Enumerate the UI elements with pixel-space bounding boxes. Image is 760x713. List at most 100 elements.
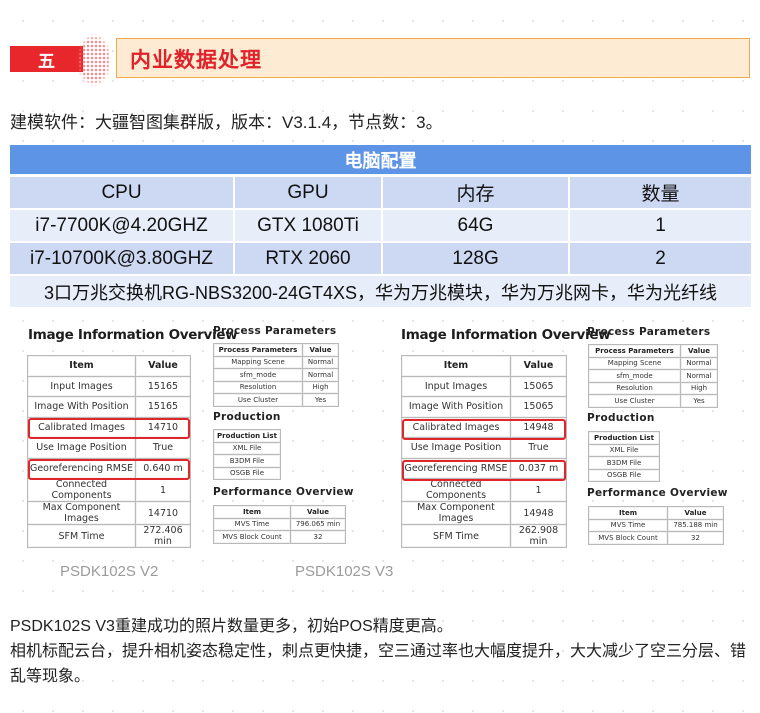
header-quantity: 数量 [570, 177, 751, 208]
item-cell: MVS Block Count [588, 531, 668, 545]
item-cell: Connected Components [401, 478, 511, 502]
header-memory: 内存 [383, 177, 570, 208]
param-cell: sfm_mode [213, 368, 303, 382]
production-table-v2: Production List XML File B3DM File OSGB … [213, 429, 281, 480]
process-params-title-v3: Process Parameters [587, 326, 711, 338]
value-cell: 15065 [510, 375, 567, 397]
table-row: Max Component Images 14948 [401, 501, 567, 525]
item-cell: SFM Time [27, 524, 136, 548]
value-cell: 1 [135, 478, 191, 502]
table-row: i7-7700K@4.20GHZ GTX 1080Ti 64G 1 [10, 208, 751, 241]
cell-memory: 64G [383, 208, 570, 241]
cell-cpu: i7-10700K@3.80GHZ [10, 241, 235, 274]
item-cell: Connected Components [27, 478, 136, 502]
pc-table-network-note: 3口万兆交换机RG-NBS3200-24GT4XS，华为万兆模块，华为万兆网卡，… [10, 274, 751, 307]
col-header-param: Process Parameters [588, 344, 681, 358]
value-cell: High [302, 380, 339, 394]
pc-table-title: 电脑配置 [10, 145, 751, 174]
table-row: Mapping Scene Normal [588, 356, 718, 370]
table-row: XML File [588, 443, 660, 457]
param-cell: Use Cluster [213, 393, 303, 407]
process-params-table-v3: Process Parameters Value Mapping Scene Nor… [588, 344, 718, 408]
table-row: Resolution High [588, 381, 718, 395]
value-cell: 272.406 min [135, 524, 191, 548]
caption-v3: PSDK102S V3 [295, 563, 394, 580]
process-params-title-v2: Process Parameters [213, 325, 337, 337]
table-row: MVS Time 796.065 min [213, 517, 346, 531]
production-cell: B3DM File [588, 456, 660, 470]
param-cell: Resolution [213, 380, 303, 394]
param-cell: Mapping Scene [213, 355, 303, 369]
value-cell: True [135, 437, 191, 459]
item-cell: Use Image Position [27, 437, 136, 459]
value-cell: 785.188 min [667, 518, 724, 532]
col-header-value: Value [290, 505, 346, 519]
param-cell: sfm_mode [588, 369, 681, 383]
highlight-georeferencing-rmse-v2 [28, 459, 190, 480]
table-row: Use Cluster Yes [213, 393, 339, 407]
value-cell: High [680, 381, 718, 395]
value-cell: 262.908 min [510, 524, 567, 548]
col-header-value: Value [667, 506, 724, 520]
table-row: Image With Position 15065 [401, 396, 567, 418]
col-header-production: Production List [213, 429, 281, 443]
value-cell: Normal [302, 368, 339, 382]
item-cell: SFM Time [401, 524, 511, 548]
header-cpu: CPU [10, 177, 235, 208]
table-row: SFM Time 262.908 min [401, 524, 567, 548]
item-cell: Image With Position [27, 396, 136, 418]
production-table-v3: Production List XML File B3DM File OSGB … [588, 431, 660, 482]
performance-table-v2: Item Value MVS Time 796.065 min MVS Block … [213, 505, 346, 544]
col-header-item: Item [588, 506, 668, 520]
process-params-table-v2: Process Parameters Value Mapping Scene Nor… [213, 343, 339, 407]
value-cell: Normal [680, 356, 718, 370]
production-title-v2: Production [213, 411, 281, 423]
value-cell: 14948 [510, 501, 567, 525]
table-row: OSGB File [213, 466, 281, 480]
table-row: B3DM File [213, 454, 281, 468]
paragraph-summary: PSDK102S V3重建成功的照片数量更多，初始POS精度更高。 [10, 618, 453, 635]
table-row: Mapping Scene Normal [213, 355, 339, 369]
table-row: sfm_mode Normal [213, 368, 339, 382]
param-cell: Use Cluster [588, 394, 681, 408]
col-header-value: Value [302, 343, 339, 357]
table-row: sfm_mode Normal [588, 369, 718, 383]
production-cell: XML File [588, 443, 660, 457]
table-row: MVS Block Count 32 [213, 530, 346, 544]
performance-title-v2: Performance Overview [213, 486, 354, 498]
cell-cpu: i7-7700K@4.20GHZ [10, 208, 235, 241]
value-cell: Normal [302, 355, 339, 369]
table-row: XML File [213, 441, 281, 455]
table-row: Use Cluster Yes [588, 394, 718, 408]
param-cell: Resolution [588, 381, 681, 395]
intro-text: 建模软件：大疆智图集群版，版本：V3.1.4，节点数：3。 [10, 113, 443, 132]
item-cell: Max Component Images [27, 501, 136, 525]
highlight-georeferencing-rmse-v3 [402, 460, 566, 481]
col-header-item: Item [401, 355, 511, 377]
value-cell: Yes [302, 393, 339, 407]
image-info-table-v2: Item Value Input Images 15165 Image With P… [27, 355, 191, 548]
table-row: Use Image Position True [401, 437, 567, 459]
table-row: MVS Block Count 32 [588, 531, 724, 545]
production-cell: B3DM File [213, 454, 281, 468]
value-cell: 796.065 min [290, 517, 346, 531]
cell-memory: 128G [383, 241, 570, 274]
table-row: i7-10700K@3.80GHZ RTX 2060 128G 2 [10, 241, 751, 274]
production-cell: OSGB File [213, 466, 281, 480]
table-row: B3DM File [588, 456, 660, 470]
caption-v2: PSDK102S V2 [60, 563, 159, 580]
value-cell: True [510, 437, 567, 459]
cell-quantity: 2 [570, 241, 751, 274]
value-cell: 14710 [135, 501, 191, 525]
col-header-item: Item [213, 505, 291, 519]
table-row: Connected Components 1 [27, 478, 191, 502]
value-cell: 15165 [135, 396, 191, 418]
cell-gpu: RTX 2060 [235, 241, 383, 274]
col-header-production: Production List [588, 431, 660, 445]
item-cell: Use Image Position [401, 437, 511, 459]
highlight-calibrated-images-v3 [402, 419, 566, 440]
table-row: Resolution High [213, 380, 339, 394]
image-info-title-v3: Image Information Overview [401, 327, 611, 343]
value-cell: 15165 [135, 375, 191, 397]
section-title: 内业数据处理 [130, 49, 262, 72]
